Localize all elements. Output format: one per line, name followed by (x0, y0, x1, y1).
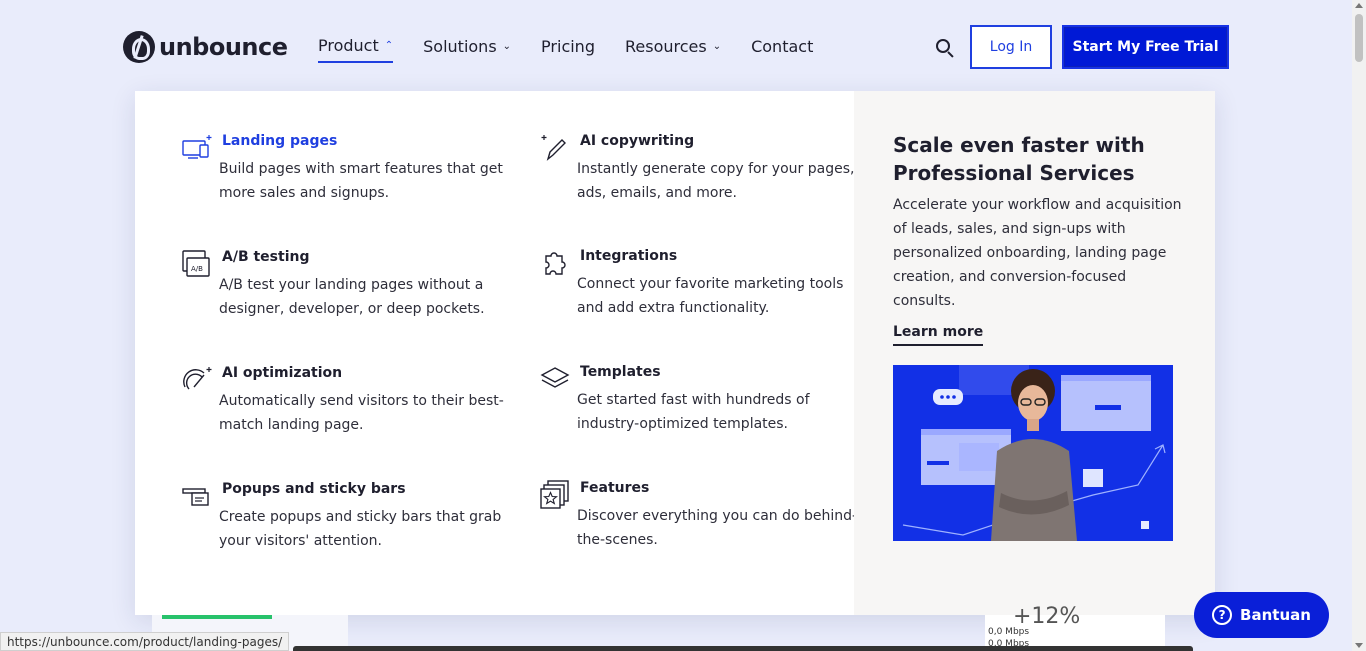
chevron-down-icon: ⌄ (502, 41, 512, 52)
vertical-scrollbar[interactable] (1352, 0, 1366, 651)
feature-title: Templates (580, 364, 661, 380)
background-progress-bar (162, 615, 272, 619)
popups-icon (182, 488, 209, 506)
promo-illustration (893, 365, 1173, 541)
nav-item-label: Product (318, 36, 379, 55)
product-dropdown: Landing pages Build pages with smart fea… (135, 91, 1215, 615)
ab-testing-icon: A/B (182, 250, 210, 277)
scroll-up-arrow-icon[interactable] (1355, 3, 1363, 8)
svg-text:A/B: A/B (191, 265, 203, 273)
nav-item-solutions[interactable]: Solutions ⌄ (423, 36, 511, 63)
feature-description: Get started fast with hundreds of indust… (577, 392, 810, 432)
feature-title: A/B testing (222, 249, 310, 265)
feature-title: Features (580, 480, 650, 496)
background-media-strip (293, 646, 1193, 651)
ai-copywriting-icon (541, 135, 566, 161)
nav-item-resources[interactable]: Resources ⌄ (625, 36, 721, 63)
chevron-up-icon: ⌃ (384, 40, 394, 51)
feature-description: Build pages with smart features that get… (219, 161, 503, 201)
network-speed-upload: 0,0 Mbps (988, 627, 1030, 637)
login-button[interactable]: Log In (970, 25, 1052, 69)
feature-title: AI optimization (222, 365, 343, 381)
browser-status-url: https://unbounce.com/product/landing-pag… (0, 632, 290, 651)
start-free-trial-button[interactable]: Start My Free Trial (1062, 25, 1229, 69)
feature-title: Landing pages (222, 133, 338, 149)
promo-image (893, 365, 1173, 541)
chevron-down-icon: ⌄ (712, 41, 722, 52)
product-features-grid: Landing pages Build pages with smart fea… (135, 91, 857, 615)
top-navigation: unbounce Product ⌃ Solutions ⌄ Pricing R… (0, 0, 1352, 91)
main-menu: Product ⌃ Solutions ⌄ Pricing Resources … (318, 36, 813, 63)
feature-description: Instantly generate copy for your pages, … (577, 161, 855, 201)
search-icon-handle (947, 51, 954, 58)
scrollbar-thumb[interactable] (1355, 14, 1363, 62)
help-chat-button[interactable]: ? Bantuan (1194, 592, 1329, 638)
feature-description: A/B test your landing pages without a de… (219, 277, 485, 317)
promo-title: Scale even faster with Professional Serv… (893, 133, 1145, 185)
unbounce-logo[interactable]: unbounce (123, 31, 288, 63)
feature-title: Popups and sticky bars (222, 481, 406, 497)
nav-item-label: Pricing (541, 37, 595, 56)
features-icon (540, 480, 569, 509)
feature-title: AI copywriting (580, 133, 695, 149)
feature-description: Automatically send visitors to their bes… (219, 393, 504, 433)
templates-icon (540, 367, 570, 388)
brand-name: unbounce (159, 33, 288, 61)
nav-item-label: Solutions (423, 37, 497, 56)
feature-description: Discover everything you can do behind-th… (577, 508, 858, 548)
feature-description: Create popups and sticky bars that grab … (219, 509, 502, 549)
nav-item-label: Contact (751, 37, 814, 56)
question-icon: ? (1212, 605, 1233, 625)
feature-description: Connect your favorite marketing tools an… (577, 276, 844, 316)
ai-optimization-icon (183, 367, 212, 390)
professional-services-promo: Scale even faster with Professional Serv… (854, 91, 1215, 615)
unbounce-logo-mark (123, 31, 155, 63)
scroll-down-arrow-icon[interactable] (1355, 643, 1363, 648)
landing-pages-icon (182, 135, 212, 159)
nav-item-label: Resources (624, 37, 707, 56)
search-icon[interactable] (936, 39, 954, 58)
integrations-icon (545, 252, 566, 275)
nav-item-pricing[interactable]: Pricing (541, 36, 595, 63)
feature-title: Integrations (580, 248, 678, 264)
nav-item-product[interactable]: Product ⌃ (318, 36, 394, 63)
promo-description: Accelerate your workflow and acquisition… (893, 197, 1182, 309)
help-label: Bantuan (1240, 606, 1311, 624)
learn-more-link[interactable]: Learn more (893, 324, 984, 346)
nav-item-contact[interactable]: Contact (751, 36, 813, 63)
